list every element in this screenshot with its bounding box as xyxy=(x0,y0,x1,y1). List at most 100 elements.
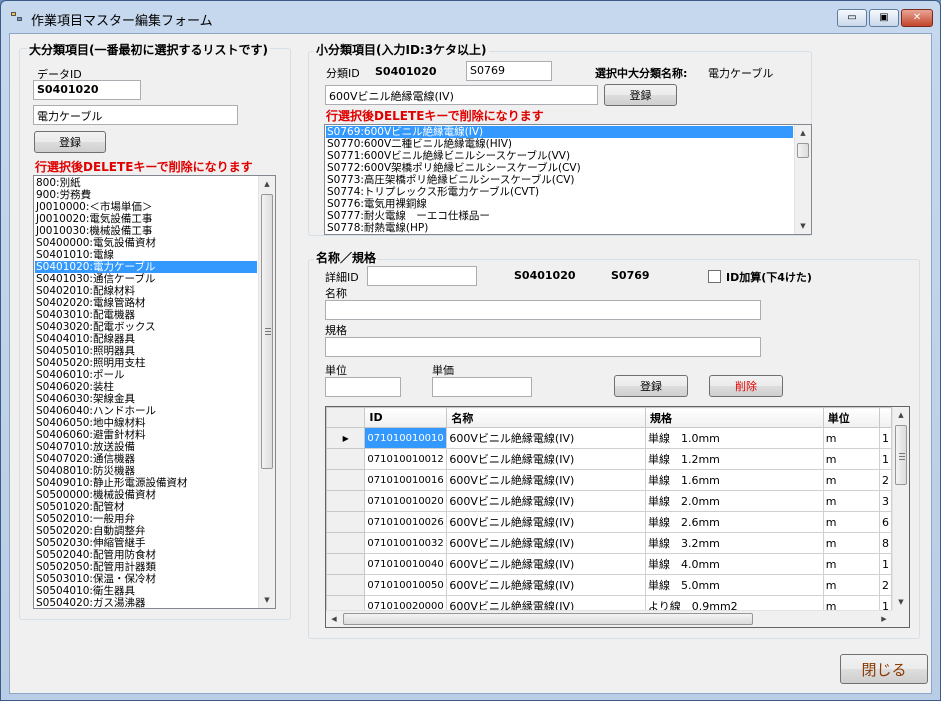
table-row[interactable]: 071010010012 600Vビニル絶縁電線(IV) 単線 1.2mm m 1 xyxy=(326,448,892,470)
list-item[interactable]: S0772:600V架橋ポリ絶縁ビニルシースケーブル(CV) xyxy=(326,162,793,174)
detail-price-input[interactable] xyxy=(432,377,532,397)
table-row[interactable]: 071010010016 600Vビニル絶縁電線(IV) 単線 1.6mm m 2 xyxy=(326,469,892,491)
list-item[interactable]: S0406050:地中線材料 xyxy=(35,417,257,429)
cell-id[interactable]: 071010010020 xyxy=(364,490,448,512)
row-header[interactable] xyxy=(326,511,366,533)
minimize-button[interactable]: ▭ xyxy=(837,9,867,27)
cell-unit[interactable]: m xyxy=(822,511,880,533)
table-row[interactable]: ▶ 071010010010 600Vビニル絶縁電線(IV) 単線 1.0mm m 1 xyxy=(326,427,892,449)
list-item[interactable]: S0406060:避雷針材料 xyxy=(35,429,257,441)
grid-col-name[interactable]: 名称 xyxy=(446,407,646,428)
close-form-button[interactable]: 閉じる xyxy=(840,654,928,684)
list-item[interactable]: S0402020:電線管路材 xyxy=(35,297,257,309)
cell-unit[interactable]: m xyxy=(822,574,880,596)
cell-price[interactable]: 3 xyxy=(878,490,892,512)
list-item[interactable]: S0771:600Vビニル絶縁ビニルシースケーブル(VV) xyxy=(326,150,793,162)
list-item[interactable]: J0010000:＜市場単価＞ xyxy=(35,201,257,213)
cell-price[interactable]: 2 xyxy=(878,574,892,596)
list-item[interactable]: S0403020:配電ボックス xyxy=(35,321,257,333)
cell-price[interactable]: 6 xyxy=(878,511,892,533)
scroll-thumb[interactable] xyxy=(797,143,809,158)
list-item[interactable]: S0777:耐火電線 ーエコ仕様品ー xyxy=(326,210,793,222)
cell-spec[interactable]: 単線 4.0mm xyxy=(644,553,824,575)
list-item[interactable]: S0774:トリプレックス形電力ケーブル(CVT) xyxy=(326,186,793,198)
cell-id[interactable]: 071010010012 xyxy=(364,448,448,470)
cell-spec[interactable]: 単線 1.2mm xyxy=(644,448,824,470)
cell-unit[interactable]: m xyxy=(822,427,880,449)
cell-spec[interactable]: 単線 3.2mm xyxy=(644,532,824,554)
table-row[interactable]: 071010010050 600Vビニル絶縁電線(IV) 単線 5.0mm m 2 xyxy=(326,574,892,596)
major-register-button[interactable]: 登録 xyxy=(34,131,106,153)
list-item[interactable]: S0401030:通信ケーブル xyxy=(35,273,257,285)
scroll-right-icon[interactable]: ▶ xyxy=(876,611,892,627)
list-item[interactable]: S0409010:静止形電源設備資材 xyxy=(35,477,257,489)
cell-spec[interactable]: 単線 5.0mm xyxy=(644,574,824,596)
list-item[interactable]: S0504020:ガス湯沸器 xyxy=(35,597,257,608)
list-item[interactable]: S0406020:装柱 xyxy=(35,381,257,393)
list-item[interactable]: S0502020:自動調整弁 xyxy=(35,525,257,537)
cell-unit[interactable]: m xyxy=(822,595,880,611)
list-item[interactable]: S0773:高圧架橋ポリ絶縁ビニルシースケーブル(CV) xyxy=(326,174,793,186)
cell-name[interactable]: 600Vビニル絶縁電線(IV) xyxy=(446,595,646,611)
scroll-thumb[interactable] xyxy=(261,194,273,469)
detail-spec-input[interactable] xyxy=(325,337,761,357)
list-item[interactable]: S0404010:配線器具 xyxy=(35,333,257,345)
cell-name[interactable]: 600Vビニル絶縁電線(IV) xyxy=(446,574,646,596)
row-header[interactable] xyxy=(326,469,366,491)
row-header[interactable] xyxy=(326,595,366,611)
list-item[interactable]: S0407010:放送設備 xyxy=(35,441,257,453)
list-item[interactable]: S0405010:照明器具 xyxy=(35,345,257,357)
major-list-scrollbar[interactable]: ▲ ▼ xyxy=(258,176,275,608)
row-header[interactable] xyxy=(326,532,366,554)
scroll-down-icon[interactable]: ▼ xyxy=(259,592,275,608)
list-item[interactable]: S0502040:配管用防食材 xyxy=(35,549,257,561)
cell-price[interactable]: 1 xyxy=(878,448,892,470)
list-item[interactable]: S0402010:配線材料 xyxy=(35,285,257,297)
major-name-input[interactable]: 電力ケーブル xyxy=(33,105,238,125)
scroll-down-icon[interactable]: ▼ xyxy=(795,218,811,234)
list-item[interactable]: S0770:600V二種ビニル絶縁電線(HIV) xyxy=(326,138,793,150)
detail-unit-input[interactable] xyxy=(325,377,401,397)
cell-spec[interactable]: より線 0.9mm2 xyxy=(644,595,824,611)
cell-name[interactable]: 600Vビニル絶縁電線(IV) xyxy=(446,532,646,554)
cell-name[interactable]: 600Vビニル絶縁電線(IV) xyxy=(446,469,646,491)
list-item[interactable]: S0403010:配電機器 xyxy=(35,309,257,321)
cell-price[interactable]: 1 xyxy=(878,553,892,575)
list-item[interactable]: S0502030:伸縮管継手 xyxy=(35,537,257,549)
scroll-left-icon[interactable]: ◀ xyxy=(326,611,342,627)
list-item[interactable]: S0502050:配管用計器類 xyxy=(35,561,257,573)
list-item[interactable]: 900:労務費 xyxy=(35,189,257,201)
minor-code-input[interactable]: S0769 xyxy=(466,61,552,81)
detail-delete-button[interactable]: 削除 xyxy=(709,375,783,397)
cell-name[interactable]: 600Vビニル絶縁電線(IV) xyxy=(446,511,646,533)
cell-spec[interactable]: 単線 1.6mm xyxy=(644,469,824,491)
row-header[interactable] xyxy=(326,553,366,575)
list-item[interactable]: S0504010:衛生器具 xyxy=(35,585,257,597)
list-item[interactable]: S0769:600Vビニル絶縁電線(IV) xyxy=(326,126,793,138)
grid-horizontal-scrollbar[interactable]: ◀ ▶ xyxy=(326,610,892,627)
minor-register-button[interactable]: 登録 xyxy=(604,84,677,106)
major-category-list[interactable]: 800:別紙 900:労務費 J0010000:＜市場単価＞ J0010020:電気設… xyxy=(33,175,276,609)
grid-col-id[interactable]: ID xyxy=(364,407,448,428)
scroll-thumb[interactable] xyxy=(895,425,907,485)
cell-id[interactable]: 071010010050 xyxy=(364,574,448,596)
detail-data-grid[interactable]: ID 名称 規格 単位 ▶ 071010010010 600Vビニル絶縁電線(IV)… xyxy=(325,406,910,628)
cell-spec[interactable]: 単線 2.6mm xyxy=(644,511,824,533)
cell-name[interactable]: 600Vビニル絶縁電線(IV) xyxy=(446,553,646,575)
maximize-button[interactable]: ▣ xyxy=(869,9,899,27)
grid-col-unit[interactable]: 単位 xyxy=(822,407,880,428)
cell-spec[interactable]: 単線 2.0mm xyxy=(644,490,824,512)
row-header[interactable] xyxy=(326,574,366,596)
list-item[interactable]: S0502010:一般用弁 xyxy=(35,513,257,525)
table-row[interactable]: 071010020000 600Vビニル絶縁電線(IV) より線 0.9mm2 m 1 xyxy=(326,595,892,611)
cell-price[interactable]: 1 xyxy=(878,427,892,449)
list-item[interactable]: J0010030:機械設備工事 xyxy=(35,225,257,237)
cell-id[interactable]: 071010020000 xyxy=(364,595,448,611)
scroll-down-icon[interactable]: ▼ xyxy=(893,594,909,610)
list-item[interactable]: S0406040:ハンドホール xyxy=(35,405,257,417)
grid-vertical-scrollbar[interactable]: ▲ ▼ xyxy=(892,407,909,610)
cell-name[interactable]: 600Vビニル絶縁電線(IV) xyxy=(446,448,646,470)
list-item[interactable]: J0010020:電気設備工事 xyxy=(35,213,257,225)
list-item[interactable]: 800:別紙 xyxy=(35,177,257,189)
grid-col-spec[interactable]: 規格 xyxy=(644,407,824,428)
